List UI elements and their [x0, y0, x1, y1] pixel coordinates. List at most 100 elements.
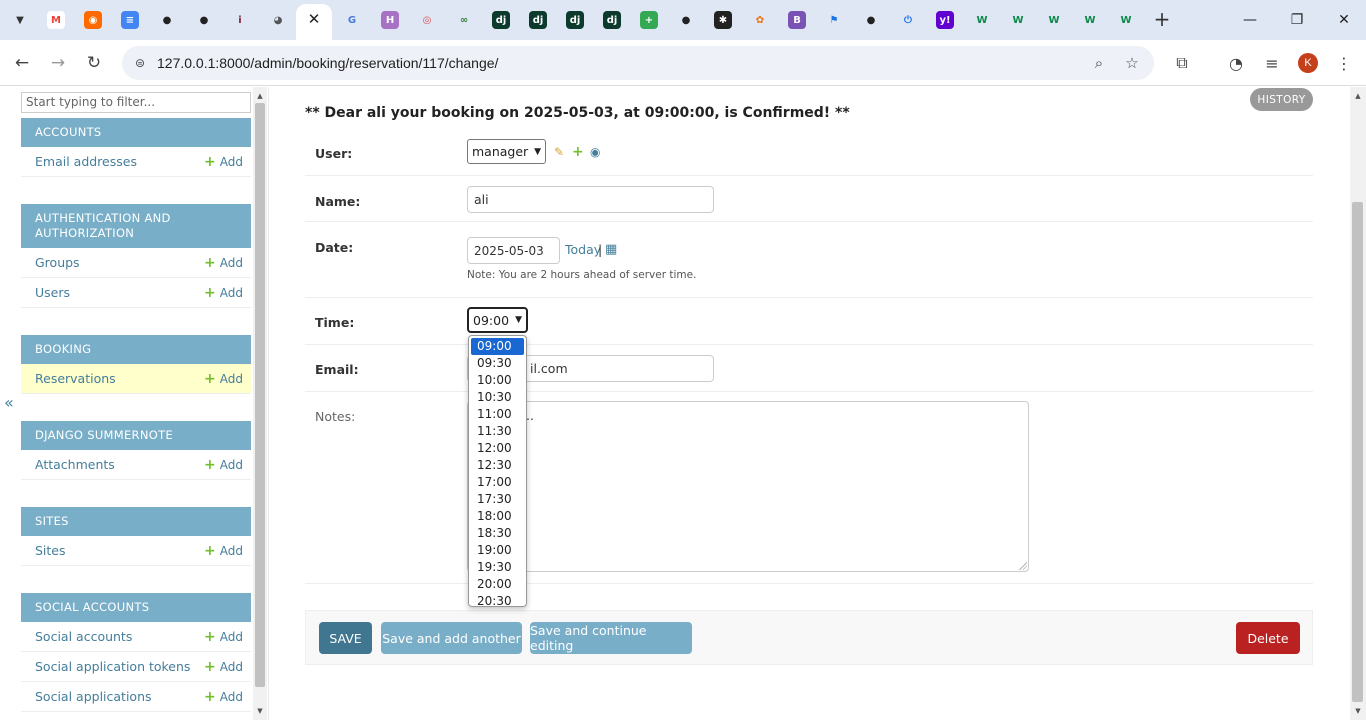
time-option[interactable]: 10:30 — [469, 389, 526, 406]
main-scroll-thumb[interactable] — [1352, 202, 1363, 702]
time-option[interactable]: 17:00 — [469, 474, 526, 491]
time-select[interactable]: 09:00 ▼ — [467, 307, 528, 333]
sheets-plus-icon[interactable]: + — [640, 11, 658, 29]
asterisk-icon[interactable]: ✱ — [714, 11, 732, 29]
github-icon[interactable]: ● — [158, 11, 176, 29]
name-input[interactable]: ali — [467, 186, 714, 213]
sidebar-add-link[interactable]: + Add — [204, 659, 243, 675]
django-icon[interactable]: dj — [603, 11, 621, 29]
sidebar-add-link[interactable]: + Add — [204, 371, 243, 387]
sidebar-item[interactable]: Reservations + Add — [21, 364, 251, 394]
time-option[interactable]: 12:30 — [469, 457, 526, 474]
sidebar-item[interactable]: Users + Add — [21, 278, 251, 308]
flag-icon[interactable]: ⚑ — [825, 11, 843, 29]
performance-icon[interactable]: ◔ — [1224, 51, 1248, 75]
time-dropdown-list[interactable]: 09:00 09:30 10:00 10:30 11:00 11:30 12:00 12:30… — [468, 335, 527, 610]
sidebar-item[interactable]: Email addresses + Add — [21, 147, 251, 177]
sidebar-item-link[interactable]: Social application tokens — [35, 659, 190, 674]
sidebar-add-link[interactable]: + Add — [204, 154, 243, 170]
h-icon[interactable]: H — [381, 11, 399, 29]
scroll-up-icon[interactable]: ▲ — [1351, 89, 1365, 103]
puzzle-icon[interactable]: ✿ — [751, 11, 769, 29]
sidebar-add-link[interactable]: + Add — [204, 629, 243, 645]
time-option[interactable]: 20:00 — [469, 576, 526, 593]
minimize-icon[interactable]: — — [1238, 8, 1262, 32]
docs-icon[interactable]: ≡ — [121, 11, 139, 29]
sidebar-item[interactable]: Attachments + Add — [21, 450, 251, 480]
save-button[interactable]: SAVE — [319, 622, 372, 654]
w-icon[interactable]: W — [1009, 11, 1027, 29]
time-option[interactable]: 11:30 — [469, 423, 526, 440]
view-eye-icon[interactable]: ◉ — [590, 145, 600, 159]
sidebar-item[interactable]: Social application tokens + Add — [21, 652, 251, 682]
tab-search-chevron-icon[interactable]: ▼ — [10, 10, 30, 30]
restore-icon[interactable]: ❐ — [1285, 8, 1309, 32]
scroll-down-icon[interactable]: ▼ — [1351, 704, 1365, 718]
sidebar-add-link[interactable]: + Add — [204, 543, 243, 559]
bootstrap-icon[interactable]: B — [788, 11, 806, 29]
django-icon[interactable]: dj — [566, 11, 584, 29]
sidebar-item[interactable]: Groups + Add — [21, 248, 251, 278]
forward-arrow-icon[interactable]: → — [46, 51, 70, 75]
sidebar-item-link[interactable]: Groups — [35, 255, 80, 270]
module-header[interactable]: DJANGO SUMMERNOTE — [21, 421, 251, 450]
reload-icon[interactable]: ↻ — [82, 51, 106, 75]
back-arrow-icon[interactable]: ← — [10, 51, 34, 75]
sidebar-item-link[interactable]: Social accounts — [35, 629, 132, 644]
module-header[interactable]: BOOKING — [21, 335, 251, 364]
module-header[interactable]: SITES — [21, 507, 251, 536]
link-icon[interactable]: ∞ — [455, 11, 473, 29]
yahoo-icon[interactable]: y! — [936, 11, 954, 29]
sidebar-scrollbar[interactable]: ▲ ▼ — [253, 87, 267, 720]
add-plus-icon[interactable]: + — [572, 144, 584, 160]
django-icon[interactable]: dj — [492, 11, 510, 29]
w-icon[interactable]: W — [1081, 11, 1099, 29]
person-icon[interactable]: i — [231, 11, 249, 29]
sidebar-item[interactable]: Social accounts + Add — [21, 622, 251, 652]
time-option[interactable]: 18:30 — [469, 525, 526, 542]
sidebar-item[interactable]: Social applications + Add — [21, 682, 251, 712]
sidebar-add-link[interactable]: + Add — [204, 689, 243, 705]
save-and-add-another-button[interactable]: Save and add another — [381, 622, 522, 654]
ring-icon[interactable]: ◉ — [84, 11, 102, 29]
today-link[interactable]: Today — [565, 242, 601, 257]
sidebar-item-link[interactable]: Users — [35, 285, 70, 300]
media-control-icon[interactable]: ≡ — [1260, 51, 1284, 75]
close-tab-icon[interactable]: ✕ — [305, 9, 323, 29]
notes-textarea[interactable]: .. — [467, 401, 1029, 572]
time-option[interactable]: 09:00 — [471, 338, 524, 355]
close-window-icon[interactable]: ✕ — [1332, 8, 1356, 32]
sidebar-item-link[interactable]: Sites — [35, 543, 66, 558]
scroll-down-icon[interactable]: ▼ — [253, 704, 267, 718]
sidebar-scroll-thumb[interactable] — [255, 103, 265, 687]
time-option[interactable]: 18:00 — [469, 508, 526, 525]
history-button[interactable]: HISTORY — [1250, 88, 1313, 111]
site-info-icon[interactable]: ⊜ — [130, 53, 150, 73]
sidebar-item-link[interactable]: Reservations — [35, 371, 116, 386]
globe-icon[interactable]: ◕ — [269, 11, 287, 29]
module-header[interactable]: SOCIAL ACCOUNTS — [21, 593, 251, 622]
zoom-icon[interactable]: ⌕ — [1089, 53, 1109, 73]
calendar-icon[interactable]: ▦ — [605, 242, 617, 257]
save-and-continue-button[interactable]: Save and continue editing — [530, 622, 692, 654]
github-icon[interactable]: ● — [862, 11, 880, 29]
time-option[interactable]: 12:00 — [469, 440, 526, 457]
toggle-sidebar-button[interactable]: « — [4, 393, 14, 412]
w-icon[interactable]: W — [1117, 11, 1135, 29]
power-icon[interactable]: ⏻ — [899, 11, 917, 29]
user-select[interactable]: manager ▼ — [467, 139, 546, 164]
time-option[interactable]: 17:30 — [469, 491, 526, 508]
github-icon[interactable]: ● — [677, 11, 695, 29]
bookmark-star-icon[interactable]: ☆ — [1122, 53, 1142, 73]
translate-icon[interactable]: G — [343, 11, 361, 29]
target-icon[interactable]: ◎ — [418, 11, 436, 29]
time-option[interactable]: 10:00 — [469, 372, 526, 389]
address-bar[interactable]: ⊜ 127.0.0.1:8000/admin/booking/reservati… — [122, 46, 1154, 80]
scroll-up-icon[interactable]: ▲ — [253, 89, 267, 103]
extensions-icon[interactable]: ⧉ — [1170, 51, 1194, 75]
time-option[interactable]: 20:30 — [469, 593, 526, 610]
sidebar-item[interactable]: Sites + Add — [21, 536, 251, 566]
delete-button[interactable]: Delete — [1236, 622, 1300, 654]
time-option[interactable]: 11:00 — [469, 406, 526, 423]
nav-filter-input[interactable]: Start typing to filter... — [21, 92, 251, 113]
